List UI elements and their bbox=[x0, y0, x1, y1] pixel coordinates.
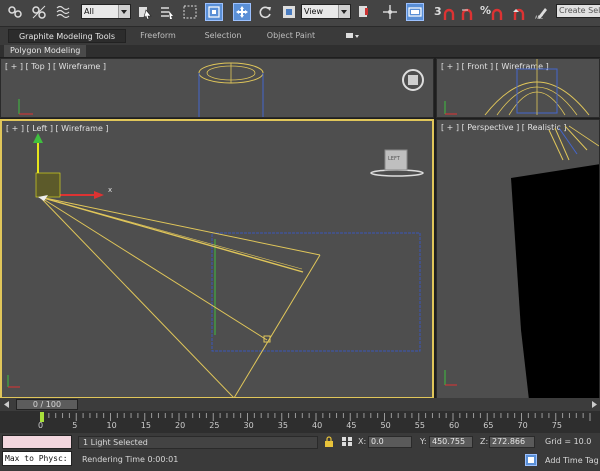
track-tick-label: 45 bbox=[346, 421, 357, 430]
bind-to-space-warp-icon[interactable] bbox=[54, 3, 72, 21]
track-tick-label: 15 bbox=[140, 421, 151, 430]
selection-info-panel: 1 Light Selected bbox=[78, 436, 318, 449]
maxscript-listener-pink[interactable] bbox=[2, 435, 72, 449]
y-coord-field[interactable]: 450.755 bbox=[429, 436, 473, 448]
select-by-name-icon[interactable] bbox=[158, 3, 176, 21]
select-and-link-icon[interactable] bbox=[6, 3, 24, 21]
select-and-scale-icon[interactable] bbox=[280, 3, 298, 21]
x-coord-field[interactable]: 0.0 bbox=[368, 436, 412, 448]
select-object-icon[interactable] bbox=[136, 3, 154, 21]
gizmo-x-axis-label: x bbox=[108, 186, 113, 194]
grid-size-text: Grid = 10.0 bbox=[545, 437, 592, 446]
track-tick-label: 70 bbox=[517, 421, 528, 430]
viewcube-left-icon[interactable]: LEFT bbox=[368, 147, 426, 179]
track-tick-label: 10 bbox=[106, 421, 117, 430]
track-bar-labels: 0 5 10 15 20 25 30 35 40 45 50 55 60 65 70 75 bbox=[0, 421, 600, 431]
selection-filter-combo[interactable]: All bbox=[81, 4, 131, 19]
add-time-tag-button[interactable]: Add Time Tag bbox=[545, 456, 599, 465]
viewport-left[interactable]: [ + ] [ Left ] [ Wireframe ] x LEFT bbox=[0, 119, 434, 399]
ribbon: Graphite Modeling Tools Freeform Selecti… bbox=[0, 27, 600, 45]
selection-filter-value: All bbox=[84, 7, 94, 16]
time-slider-prev-icon[interactable] bbox=[3, 400, 11, 409]
rendering-time-text: Rendering Time 0:00:01 bbox=[82, 455, 179, 464]
time-slider-bar: 0 / 100 bbox=[0, 398, 600, 411]
track-tick-label: 75 bbox=[551, 421, 562, 430]
ribbon-panel-bar: Polygon Modeling bbox=[0, 45, 600, 57]
reference-coordinate-combo[interactable]: View bbox=[301, 4, 351, 19]
edit-named-selection-icon[interactable]: ABC bbox=[533, 3, 551, 21]
keyboard-shortcut-override-icon[interactable] bbox=[406, 3, 424, 21]
svg-text:ABC: ABC bbox=[535, 15, 543, 20]
angle-snap-icon[interactable] bbox=[458, 6, 476, 24]
tab-object-paint[interactable]: Object Paint bbox=[260, 29, 322, 43]
track-tick-label: 40 bbox=[312, 421, 323, 430]
x-coord-label: X: bbox=[358, 437, 367, 446]
track-bar[interactable]: 0 5 10 15 20 25 30 35 40 45 50 55 60 65 70 75 bbox=[0, 411, 600, 433]
spinner-snap-icon[interactable] bbox=[510, 6, 528, 24]
time-tag-icon[interactable] bbox=[525, 454, 537, 466]
unlink-selection-icon[interactable] bbox=[30, 3, 48, 21]
z-coord-field[interactable]: 272.866 bbox=[489, 436, 535, 448]
absolute-mode-transform-icon[interactable] bbox=[341, 436, 353, 447]
time-slider-thumb[interactable]: 0 / 100 bbox=[16, 399, 78, 410]
viewcube-face-label: LEFT bbox=[388, 156, 400, 162]
polygon-modeling-panel[interactable]: Polygon Modeling bbox=[4, 45, 87, 57]
viewport-perspective[interactable]: [ + ] [ Perspective ] [ Realistic ] bbox=[436, 119, 600, 399]
selection-lock-icon[interactable] bbox=[324, 436, 334, 447]
z-coord-label: Z: bbox=[480, 437, 489, 446]
y-coord-label: Y: bbox=[420, 437, 427, 446]
tab-selection[interactable]: Selection bbox=[195, 29, 251, 43]
rectangular-selection-region-icon[interactable] bbox=[181, 3, 199, 21]
track-tick-label: 20 bbox=[175, 421, 186, 430]
use-pivot-center-icon[interactable] bbox=[355, 3, 373, 21]
track-tick-label: 35 bbox=[277, 421, 288, 430]
track-tick-label: 55 bbox=[414, 421, 425, 430]
track-tick-label: 50 bbox=[380, 421, 391, 430]
tab-graphite-modeling-tools[interactable]: Graphite Modeling Tools bbox=[8, 29, 126, 43]
track-tick-label: 25 bbox=[209, 421, 220, 430]
time-slider-next-icon[interactable] bbox=[590, 400, 598, 409]
viewport-top[interactable]: [ + ] [ Top ] [ Wireframe ] bbox=[0, 58, 434, 118]
select-and-move-icon[interactable] bbox=[233, 3, 251, 21]
maxscript-listener-input[interactable]: Max to Physc: bbox=[2, 451, 72, 466]
viewcube-top-icon[interactable] bbox=[402, 69, 424, 91]
selection-status-text: 1 Light Selected bbox=[83, 438, 148, 447]
track-tick-label: 0 bbox=[38, 421, 44, 430]
track-tick-label: 60 bbox=[449, 421, 460, 430]
window-crossing-toggle-icon[interactable] bbox=[205, 3, 223, 21]
status-bar: Max to Physc: 1 Light Selected Rendering… bbox=[0, 433, 600, 471]
select-and-rotate-icon[interactable] bbox=[256, 3, 274, 21]
track-tick-label: 65 bbox=[483, 421, 494, 430]
reference-coordinate-value: View bbox=[304, 7, 323, 16]
main-toolbar: All View 3 % ABC Create Sel bbox=[0, 0, 600, 27]
viewport-perspective-scene bbox=[444, 125, 599, 398]
create-selection-set-input[interactable]: Create Sel bbox=[556, 4, 600, 18]
viewport-top-scene bbox=[18, 62, 264, 117]
track-tick-label: 30 bbox=[243, 421, 254, 430]
track-tick-label: 5 bbox=[72, 421, 78, 430]
select-and-manipulate-icon[interactable] bbox=[381, 3, 399, 21]
ribbon-options-icon[interactable] bbox=[346, 32, 360, 40]
tab-freeform[interactable]: Freeform bbox=[130, 29, 186, 43]
snap-magnet-icon[interactable] bbox=[440, 6, 458, 24]
viewport-front-scene bbox=[444, 59, 590, 116]
percent-snap-magnet-icon[interactable] bbox=[488, 6, 506, 24]
viewport-front[interactable]: [ + ] [ Front ] [ Wireframe ] bbox=[436, 58, 600, 118]
